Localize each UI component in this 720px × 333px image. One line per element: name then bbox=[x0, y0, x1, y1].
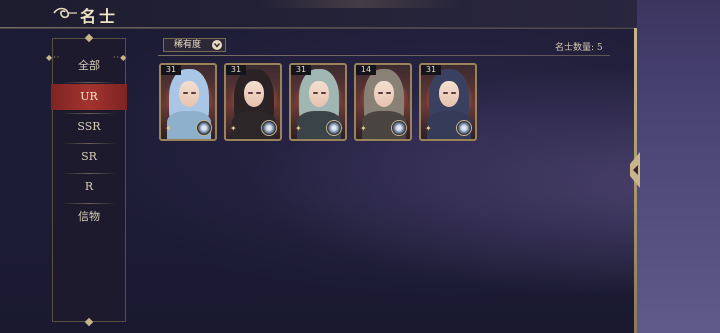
tab-ur[interactable]: UR bbox=[51, 84, 127, 110]
tab-token[interactable]: 信物 bbox=[53, 204, 125, 230]
portrait-eye bbox=[378, 92, 383, 94]
card-level: 31 bbox=[291, 65, 311, 75]
tab-sr[interactable]: SR bbox=[53, 144, 125, 170]
faction-emblem-icon bbox=[196, 120, 212, 136]
star-icon: ✦ bbox=[360, 124, 367, 133]
portrait-eye bbox=[183, 92, 188, 94]
hero-card[interactable]: 14 ✦ bbox=[354, 63, 412, 141]
faction-emblem-icon bbox=[261, 120, 277, 136]
star-icon: ✦ bbox=[295, 124, 302, 133]
portrait-eye bbox=[191, 92, 196, 94]
back-button[interactable] bbox=[52, 5, 78, 21]
page-title: 名士 bbox=[80, 7, 119, 26]
tab-r[interactable]: R bbox=[53, 174, 125, 200]
faction-emblem-icon bbox=[456, 120, 472, 136]
portrait-eye bbox=[321, 92, 326, 94]
portrait-face bbox=[439, 81, 459, 107]
hero-count: 名士数量: 5 bbox=[555, 43, 603, 53]
card-level: 31 bbox=[421, 65, 441, 75]
hero-card[interactable]: 31 ✦ bbox=[419, 63, 477, 141]
filter-label: 稀有度 bbox=[174, 40, 202, 50]
portrait-face bbox=[244, 81, 264, 107]
portrait-face bbox=[309, 81, 329, 107]
filter-divider bbox=[158, 55, 610, 56]
card-level: 31 bbox=[226, 65, 246, 75]
chevron-down-icon bbox=[212, 40, 222, 50]
selected-tab-dots-right: ··◆ bbox=[113, 53, 128, 62]
back-swirl-icon bbox=[53, 7, 77, 19]
portrait-face bbox=[374, 81, 394, 107]
card-level: 31 bbox=[161, 65, 181, 75]
tab-ssr[interactable]: SSR bbox=[53, 114, 125, 140]
rarity-filter-dropdown[interactable]: 稀有度 bbox=[163, 38, 226, 52]
star-icon: ✦ bbox=[425, 124, 432, 133]
expand-arrow-button[interactable] bbox=[628, 152, 642, 188]
portrait-face bbox=[179, 81, 199, 107]
header-divider bbox=[0, 27, 720, 28]
selected-tab-dots-left: ◆·· bbox=[46, 53, 61, 62]
rarity-sidebar: 全部 UR SSR SR R 信物 bbox=[51, 33, 127, 327]
chevron-left-icon bbox=[630, 152, 640, 188]
faction-emblem-icon bbox=[326, 120, 342, 136]
top-ornament bbox=[260, 0, 460, 8]
portrait-eye bbox=[451, 92, 456, 94]
right-side-panel bbox=[637, 0, 720, 333]
hero-card[interactable]: 31 ✦ bbox=[224, 63, 282, 141]
star-icon: ✦ bbox=[230, 124, 237, 133]
portrait-eye bbox=[248, 92, 253, 94]
hero-card[interactable]: 31 ✦ bbox=[159, 63, 217, 141]
star-icon: ✦ bbox=[165, 124, 172, 133]
portrait-eye bbox=[386, 92, 391, 94]
card-level: 14 bbox=[356, 65, 376, 75]
tab-divider bbox=[61, 82, 117, 83]
hero-card[interactable]: 31 ✦ bbox=[289, 63, 347, 141]
faction-emblem-icon bbox=[391, 120, 407, 136]
portrait-eye bbox=[256, 92, 261, 94]
portrait-eye bbox=[313, 92, 318, 94]
portrait-eye bbox=[443, 92, 448, 94]
